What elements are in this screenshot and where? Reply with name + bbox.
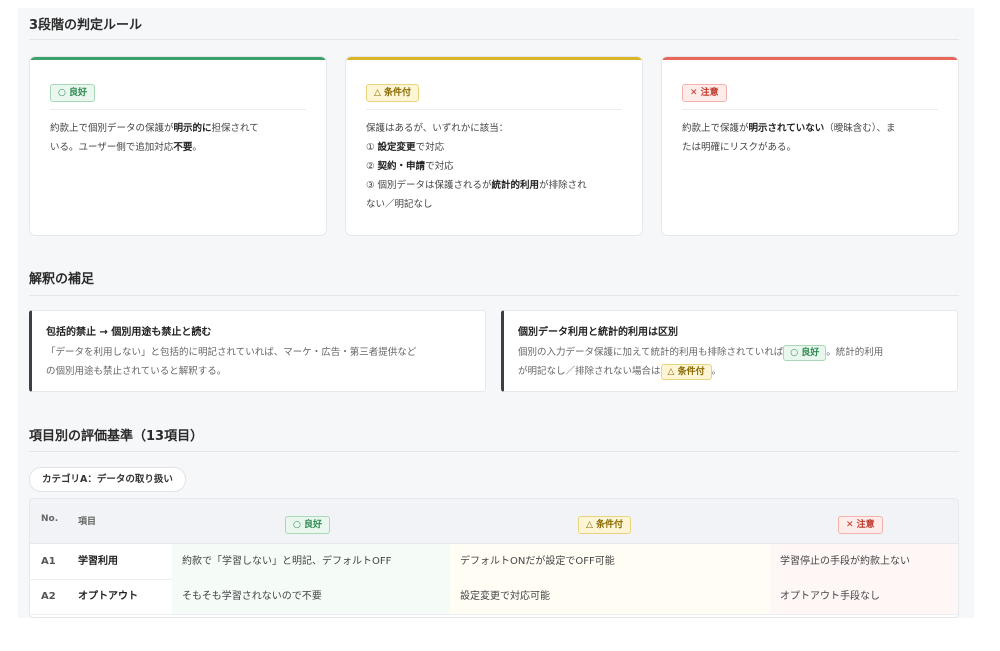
table-row: A1 学習利用 約款で「学習しない」と明記、デフォルトOFF デフォルトONだが… — [30, 544, 958, 580]
good-badge: ○ 良好 — [783, 345, 827, 361]
row-caution-criteria: 学習停止の手段が約款上ない — [770, 544, 958, 579]
row-good-criteria: そもそも学習されないので不要 — [172, 579, 450, 614]
rule-text: 担保されて — [211, 123, 259, 134]
rule-text: 約款上で保護が — [682, 123, 749, 134]
row-conditional-criteria: デフォルトONだが設定でOFF可能 — [450, 544, 770, 579]
rule-text: ない／明記なし — [366, 199, 433, 210]
rule-line: 保護はあるが、いずれかに該当： — [366, 119, 626, 138]
card-accent-bar — [30, 57, 326, 60]
note-text-segment: 個別の入力データ保護に加えて統計的利用も排除されていれば — [518, 347, 784, 358]
good-badge: ○ 良好 — [50, 84, 95, 102]
criteria-section-title: 項目別の評価基準（13項目） — [29, 429, 204, 444]
card-accent-bar — [662, 57, 958, 60]
rule-text: （曖昧含む）、ま — [824, 123, 896, 134]
note-title: 個別データ利用と統計的利用は区別 — [518, 327, 678, 338]
header-conditional-badge: △ 条件付 — [578, 516, 632, 534]
row-number: A2 — [41, 591, 56, 602]
rule-line: 約款上で保護が明示されていない（曖昧含む）、ま — [682, 119, 942, 138]
rule-text: で対応 — [415, 142, 445, 153]
category-chip[interactable]: カテゴリA：データの取り扱い — [29, 467, 186, 492]
header-no: No. — [41, 514, 59, 524]
note-text-segment: 。 — [711, 366, 722, 377]
emphasis-text: 契約・申請 — [377, 161, 426, 172]
rule-text: たは明確にリスクがある。 — [682, 142, 797, 153]
rule-line: ① 設定変更で対応 — [366, 138, 626, 157]
caution-badge: ✕ 注意 — [682, 84, 727, 102]
rule-line: 約款上で個別データの保護が明示的に担保されて — [50, 119, 310, 138]
card-divider — [682, 109, 938, 110]
table-row: A2 オプトアウト そもそも学習されないので不要 設定変更で対応可能 オプトアウ… — [30, 579, 958, 615]
criteria-table: No. 項目 ○ 良好 △ 条件付 ✕ 注意 A1 学習利用 約款で「学習しない… — [29, 498, 959, 618]
rule-line: ③ 個別データは保護されるが統計的利用が排除され — [366, 176, 626, 195]
row-number: A1 — [41, 556, 56, 567]
rule-card-good: ○ 良好 約款上で個別データの保護が明示的に担保されて いる。ユーザー側で追加対応… — [29, 56, 327, 236]
rule-line: ② 契約・申請で対応 — [366, 157, 626, 176]
row-good-criteria: 約款で「学習しない」と明記、デフォルトOFF — [172, 544, 450, 579]
conditional-badge: △ 条件付 — [366, 84, 420, 102]
row-item: 学習利用 — [78, 556, 118, 567]
row-item: オプトアウト — [78, 591, 138, 602]
rule-text: ② — [366, 161, 378, 172]
divider — [29, 295, 959, 296]
supplement-section-title: 解釈の補足 — [29, 272, 95, 287]
rule-line: たは明確にリスクがある。 — [682, 138, 942, 157]
note-line: が明記なし／排除されない場合は △ 条件付。 — [518, 362, 947, 381]
header-item: 項目 — [78, 517, 97, 527]
rule-text: 保護はあるが、いずれかに該当： — [366, 123, 509, 134]
note-line: 個別の入力データ保護に加えて統計的利用も排除されていれば ○ 良好 。統計的利用 — [518, 343, 947, 362]
rule-text: で対応 — [425, 161, 454, 172]
note-text: 個別の入力データ保護に加えて統計的利用も排除されていれば ○ 良好 。統計的利用 が… — [518, 343, 947, 381]
rule-card-conditional: △ 条件付 保護はあるが、いずれかに該当： ① 設定変更で対応 ② 契約・申請で対応… — [345, 56, 643, 236]
card-divider — [366, 109, 622, 110]
emphasis-text: 不要 — [173, 142, 193, 153]
rule-line: いる。ユーザー側で追加対応不要。 — [50, 138, 310, 157]
emphasis-text: 統計的利用 — [491, 180, 540, 191]
divider — [29, 451, 959, 452]
rule-card-caution: ✕ 注意 約款上で保護が明示されていない（曖昧含む）、または明確にリスクがある。 — [661, 56, 959, 236]
divider — [29, 39, 959, 40]
rule-text: いる。ユーザー側で追加対応 — [50, 142, 174, 153]
note-line: 「データを利用しない」と包括的に明記されていれば、マーケ・広告・第三者提供など — [46, 347, 417, 358]
note-text-segment: が明記なし／排除されない場合は — [518, 366, 661, 377]
note-text: 「データを利用しない」と包括的に明記されていれば、マーケ・広告・第三者提供など … — [46, 343, 475, 381]
rule-line: ない／明記なし — [366, 195, 626, 214]
note-text-segment: 。統計的利用 — [826, 347, 884, 358]
rule-description: 約款上で個別データの保護が明示的に担保されて いる。ユーザー側で追加対応不要。 — [50, 119, 310, 157]
emphasis-text: 明示されていない — [748, 123, 825, 134]
header-caution-badge: ✕ 注意 — [838, 516, 883, 534]
note-line: の個別用途も禁止されていると解釈する。 — [46, 366, 227, 377]
header-good-badge: ○ 良好 — [285, 516, 330, 534]
emphasis-text: 設定変更 — [377, 142, 416, 153]
rule-description: 保護はあるが、いずれかに該当： ① 設定変更で対応 ② 契約・申請で対応 ③ 個別デー… — [366, 119, 626, 214]
evaluation-rules-page: 3段階の判定ルール ○ 良好 約款上で個別データの保護が明示的に担保されて いる。… — [18, 8, 974, 618]
rules-section-title: 3段階の判定ルール — [29, 18, 143, 33]
note-comprehensive-ban: 包括的禁止 → 個別用途も禁止と読む 「データを利用しない」と包括的に明記されて… — [29, 310, 486, 392]
rule-description: 約款上で保護が明示されていない（曖昧含む）、または明確にリスクがある。 — [682, 119, 942, 157]
rule-text: 。 — [192, 142, 202, 153]
rule-text: 約款上で個別データの保護が — [50, 123, 174, 134]
note-statistical-use: 個別データ利用と統計的利用は区別 個別の入力データ保護に加えて統計的利用も排除さ… — [501, 310, 958, 392]
table-header: No. 項目 ○ 良好 △ 条件付 ✕ 注意 — [30, 499, 958, 544]
note-title: 包括的禁止 → 個別用途も禁止と読む — [46, 327, 212, 338]
card-accent-bar — [346, 57, 642, 60]
conditional-badge: △ 条件付 — [660, 364, 712, 380]
rule-text: が排除され — [539, 180, 587, 191]
card-divider — [50, 109, 306, 110]
rule-text: ① — [366, 142, 378, 153]
emphasis-text: 明示的に — [173, 123, 212, 134]
row-caution-criteria: オプトアウト手段なし — [770, 579, 958, 614]
row-conditional-criteria: 設定変更で対応可能 — [450, 579, 770, 614]
rule-text: ③ 個別データは保護されるが — [366, 180, 492, 191]
